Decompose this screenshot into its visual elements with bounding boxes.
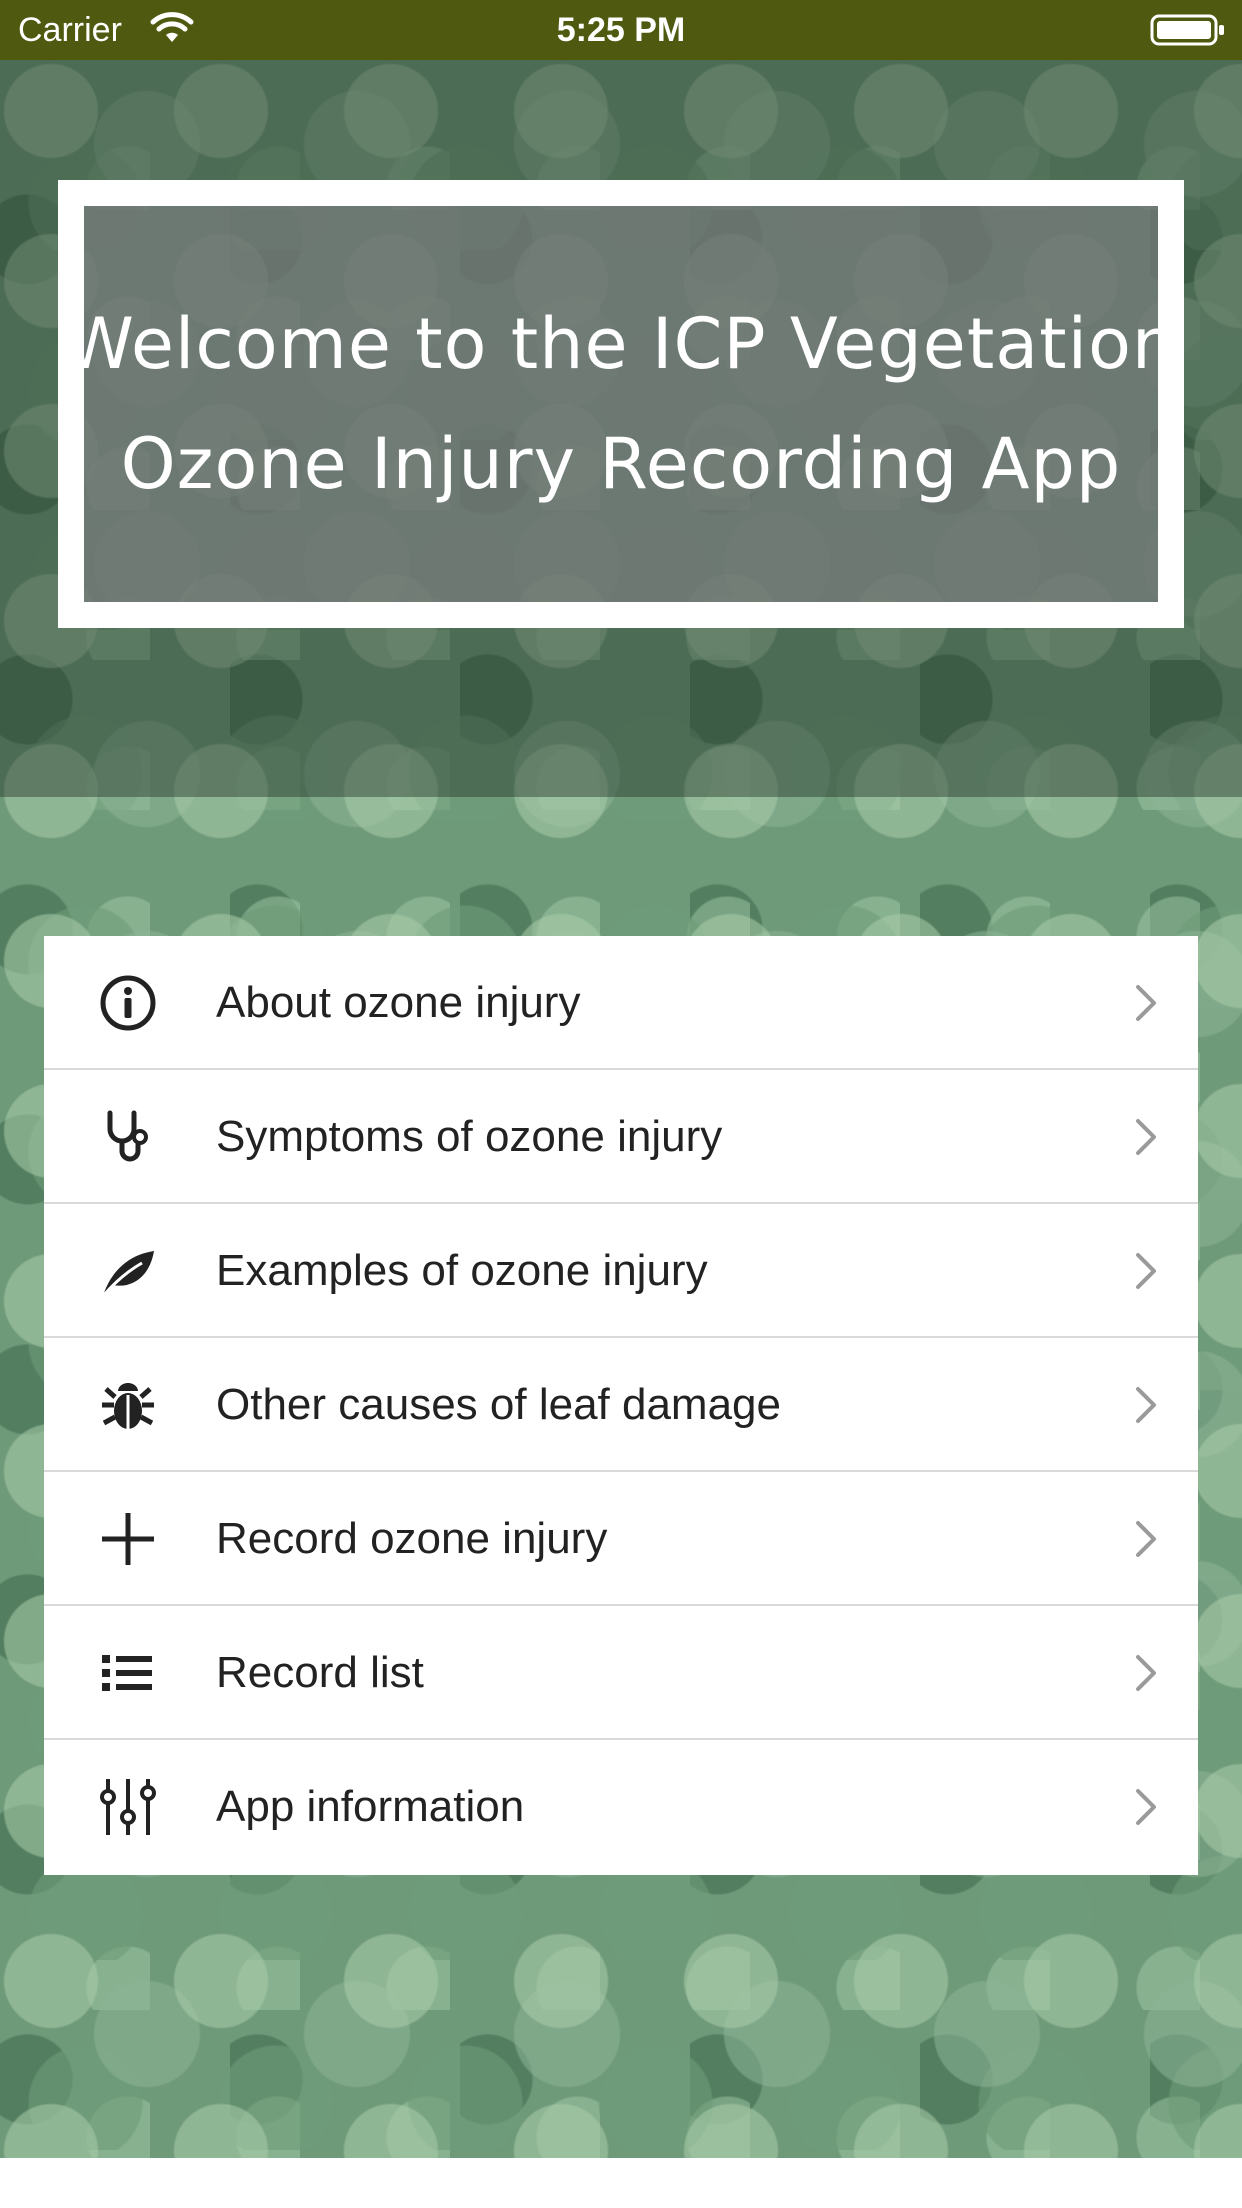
menu-item-symptoms-of-ozone-injury[interactable]: Symptoms of ozone injury [44, 1070, 1198, 1204]
menu-item-label: App information [216, 1782, 525, 1831]
welcome-title-line-2: Ozone Injury Recording App [120, 423, 1122, 505]
main-menu: About ozone injury Symptoms of ozone inj… [44, 936, 1198, 1875]
bug-icon [102, 1383, 154, 1429]
chevron-right-icon [1136, 1253, 1156, 1289]
battery-icon [1150, 14, 1224, 46]
leaf-icon [102, 1251, 154, 1296]
menu-item-record-list[interactable]: Record list [44, 1606, 1198, 1740]
welcome-banner-inner: Welcome to the ICP Vegetation Ozone Inju… [65, 206, 1176, 602]
bottom-bar [0, 2158, 1242, 2208]
chevron-right-icon [1136, 1521, 1156, 1557]
chevron-right-icon [1136, 1119, 1156, 1155]
menu-item-record-ozone-injury[interactable]: Record ozone injury [44, 1472, 1198, 1606]
menu-item-about-ozone-injury[interactable]: About ozone injury [44, 936, 1198, 1070]
menu-item-label: Other causes of leaf damage [216, 1380, 781, 1429]
status-bar: Carrier 5:25 PM [0, 0, 1242, 60]
sliders-icon [100, 1779, 156, 1835]
menu-item-label: Symptoms of ozone injury [216, 1112, 723, 1161]
info-icon [100, 975, 156, 1031]
welcome-title-line-1: Welcome to the ICP Vegetation [64, 303, 1178, 385]
plus-icon [102, 1513, 154, 1565]
list-icon [102, 1655, 152, 1691]
chevron-right-icon [1136, 1387, 1156, 1423]
chevron-right-icon [1136, 985, 1156, 1021]
menu-item-label: Examples of ozone injury [216, 1246, 708, 1295]
menu-item-label: Record list [216, 1648, 424, 1697]
menu-item-app-information[interactable]: App information [44, 1740, 1198, 1875]
clock-time: 5:25 PM [556, 11, 686, 49]
menu-item-label: About ozone injury [216, 978, 581, 1027]
chevron-right-icon [1136, 1655, 1156, 1691]
menu-item-label: Record ozone injury [216, 1514, 608, 1563]
welcome-banner: Welcome to the ICP Vegetation Ozone Inju… [58, 180, 1184, 628]
menu-item-examples-of-ozone-injury[interactable]: Examples of ozone injury [44, 1204, 1198, 1338]
chevron-right-icon [1136, 1789, 1156, 1825]
stethoscope-icon [107, 1110, 148, 1162]
menu-item-other-causes-of-leaf-damage[interactable]: Other causes of leaf damage [44, 1338, 1198, 1472]
